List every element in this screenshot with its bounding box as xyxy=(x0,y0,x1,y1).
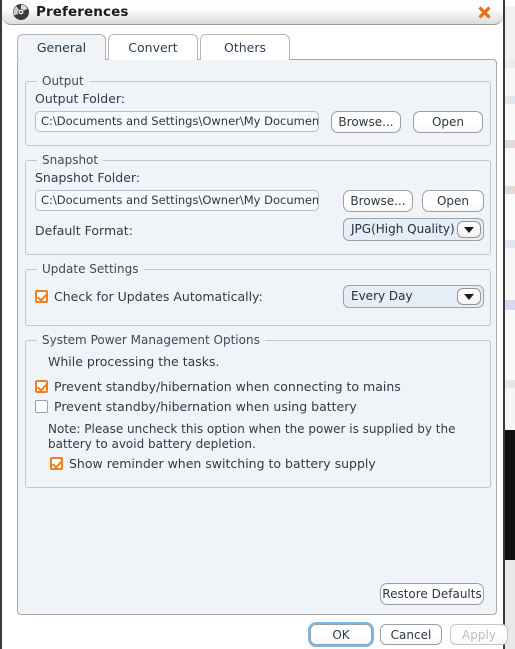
checkbox-icon-checked xyxy=(35,290,48,303)
chevron-down-icon[interactable] xyxy=(457,288,481,305)
snapshot-folder-label: Snapshot Folder: xyxy=(35,170,141,185)
restore-defaults-label: Restore Defaults xyxy=(382,587,482,601)
tab-others-label: Others xyxy=(223,40,266,55)
apply-label: Apply xyxy=(462,627,496,642)
update-settings-group-title: Update Settings xyxy=(37,262,144,276)
power-intro-text: While processing the tasks. xyxy=(48,354,220,369)
general-tab-panel: Output Output Folder: C:\Documents and S… xyxy=(17,59,497,615)
check-updates-automatically-checkbox[interactable]: Check for Updates Automatically: xyxy=(35,289,263,304)
prevent-standby-mains-checkbox[interactable]: Prevent standby/hibernation when connect… xyxy=(35,379,401,394)
apply-button: Apply xyxy=(450,624,508,645)
output-folder-input[interactable]: C:\Documents and Settings\Owner\My Docum… xyxy=(35,111,319,132)
tab-general[interactable]: General xyxy=(17,34,106,60)
output-group: Output Output Folder: C:\Documents and S… xyxy=(25,74,491,146)
tab-general-label: General xyxy=(36,40,87,55)
snapshot-open-label: Open xyxy=(436,194,470,208)
prevent-standby-battery-label: Prevent standby/hibernation when using b… xyxy=(54,399,357,414)
output-open-button[interactable]: Open xyxy=(413,111,483,133)
output-open-label: Open xyxy=(431,115,465,129)
preferences-dialog: Preferences General Convert Others Outpu… xyxy=(0,0,515,649)
snapshot-group: Snapshot Snapshot Folder: C:\Documents a… xyxy=(25,153,491,255)
prevent-standby-mains-label: Prevent standby/hibernation when connect… xyxy=(54,379,401,394)
tab-strip: General Convert Others xyxy=(17,34,497,60)
snapshot-browse-button[interactable]: Browse... xyxy=(343,190,413,212)
show-reminder-battery-checkbox[interactable]: Show reminder when switching to battery … xyxy=(50,456,376,471)
ok-label: OK xyxy=(332,627,350,642)
snapshot-browse-label: Browse... xyxy=(350,194,406,208)
power-management-group: System Power Management Options While pr… xyxy=(25,333,491,488)
close-icon[interactable] xyxy=(473,2,495,23)
update-settings-group: Update Settings Check for Updates Automa… xyxy=(25,262,491,326)
output-group-title: Output xyxy=(37,74,89,88)
tab-convert[interactable]: Convert xyxy=(108,34,198,60)
cancel-button[interactable]: Cancel xyxy=(380,624,442,645)
disc-icon xyxy=(12,3,30,21)
tab-others[interactable]: Others xyxy=(200,34,290,60)
power-management-group-title: System Power Management Options xyxy=(37,333,265,347)
checkbox-icon-unchecked xyxy=(35,400,48,413)
tab-convert-label: Convert xyxy=(128,40,178,55)
snapshot-group-title: Snapshot xyxy=(37,153,104,167)
checkbox-icon-checked xyxy=(50,457,63,470)
default-format-dropdown[interactable]: JPG(High Quality) xyxy=(343,218,484,241)
snapshot-open-button[interactable]: Open xyxy=(422,190,484,212)
prevent-standby-battery-checkbox[interactable]: Prevent standby/hibernation when using b… xyxy=(35,399,357,414)
battery-note-text: Note: Please uncheck this option when th… xyxy=(48,422,456,451)
window-title: Preferences xyxy=(36,4,129,20)
check-updates-automatically-label: Check for Updates Automatically: xyxy=(54,289,263,304)
update-frequency-value: Every Day xyxy=(351,289,413,303)
cancel-label: Cancel xyxy=(390,627,432,642)
checkbox-icon-checked xyxy=(35,380,48,393)
title-bar: Preferences xyxy=(2,0,503,25)
dialog-footer: OK Cancel Apply xyxy=(2,619,508,649)
background-window-edge xyxy=(505,0,515,649)
output-browse-label: Browse... xyxy=(338,115,394,129)
snapshot-folder-input[interactable]: C:\Documents and Settings\Owner\My Docum… xyxy=(35,190,319,211)
show-reminder-battery-label: Show reminder when switching to battery … xyxy=(69,456,376,471)
output-folder-label: Output Folder: xyxy=(35,91,126,106)
default-format-label: Default Format: xyxy=(35,223,133,238)
default-format-value: JPG(High Quality) xyxy=(351,222,455,236)
ok-button[interactable]: OK xyxy=(310,624,372,645)
chevron-down-icon[interactable] xyxy=(457,221,481,238)
update-frequency-dropdown[interactable]: Every Day xyxy=(343,285,484,308)
restore-defaults-button[interactable]: Restore Defaults xyxy=(380,583,484,605)
output-browse-button[interactable]: Browse... xyxy=(331,111,401,133)
